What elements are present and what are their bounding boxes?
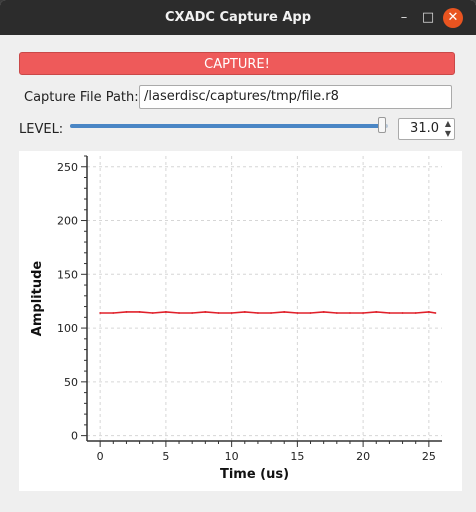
- signal-point: [414, 312, 417, 314]
- level-slider-handle[interactable]: [377, 117, 386, 133]
- signal-point: [257, 312, 259, 314]
- y-tick-label: 250: [57, 161, 78, 174]
- signal-point: [270, 312, 272, 314]
- signal-point: [335, 312, 338, 314]
- signal-point: [401, 312, 404, 314]
- signal-point: [178, 312, 180, 314]
- signal-point: [322, 311, 325, 313]
- x-tick-label: 5: [162, 450, 169, 463]
- x-axis-label: Time (us): [220, 467, 289, 482]
- signal-point: [375, 311, 378, 313]
- signal-point: [191, 312, 194, 314]
- maximize-button[interactable]: □: [418, 8, 438, 28]
- signal-point: [434, 312, 437, 314]
- signal-point: [283, 311, 286, 313]
- title-bar[interactable]: CXADC Capture App – □ ✕: [0, 0, 476, 35]
- plot-area: 0 50 100 150 200 250 0 5 10 15 20 25 Time (us) Amplit…: [19, 151, 462, 491]
- x-tick-label: 20: [356, 450, 370, 463]
- x-tick-label: 25: [422, 450, 436, 463]
- signal-point: [362, 312, 365, 314]
- signal-point: [243, 311, 246, 313]
- signal-point: [296, 312, 299, 314]
- y-tick-label: 150: [57, 268, 78, 281]
- plot-background: [87, 156, 442, 441]
- y-tick-label: 50: [64, 376, 78, 389]
- signal-point: [204, 311, 207, 313]
- signal-point: [138, 311, 141, 313]
- spin-up-icon[interactable]: ▲: [442, 119, 454, 129]
- signal-point: [230, 312, 233, 314]
- signal-point: [164, 311, 167, 313]
- signal-point: [99, 312, 102, 314]
- y-tick-label: 0: [71, 430, 78, 443]
- y-tick-label: 200: [57, 215, 78, 228]
- level-value[interactable]: 31.0: [403, 119, 439, 139]
- spin-down-icon[interactable]: ▼: [442, 129, 454, 139]
- level-slider-fill: [70, 124, 382, 128]
- signal-point: [151, 312, 154, 314]
- signal-point: [125, 311, 128, 313]
- signal-point: [309, 312, 312, 314]
- capture-path-label: Capture File Path:: [24, 90, 139, 105]
- level-spinbox[interactable]: 31.0 ▲ ▼: [398, 118, 455, 140]
- amplitude-plot: 0 50 100 150 200 250 0 5 10 15 20 25 Time (us) Amplit…: [30, 155, 442, 482]
- level-slider-track[interactable]: [70, 124, 388, 128]
- y-tick-label: 100: [57, 322, 78, 335]
- minimize-button[interactable]: –: [394, 8, 414, 28]
- signal-point: [388, 312, 391, 314]
- y-axis-label: Amplitude: [30, 261, 45, 337]
- x-tick-label: 15: [290, 450, 304, 463]
- x-tick-label: 0: [97, 450, 104, 463]
- capture-path-input[interactable]: /laserdisc/captures/tmp/file.r8: [139, 85, 452, 109]
- x-tick-label: 10: [225, 450, 239, 463]
- signal-point: [427, 311, 430, 313]
- signal-point: [112, 312, 115, 314]
- capture-button[interactable]: CAPTURE!: [19, 52, 455, 75]
- close-button[interactable]: ✕: [443, 8, 463, 28]
- signal-point: [217, 312, 220, 314]
- level-label: LEVEL:: [19, 122, 64, 137]
- signal-point: [349, 312, 351, 314]
- app-window: CXADC Capture App – □ ✕ CAPTURE! Capture…: [0, 0, 476, 512]
